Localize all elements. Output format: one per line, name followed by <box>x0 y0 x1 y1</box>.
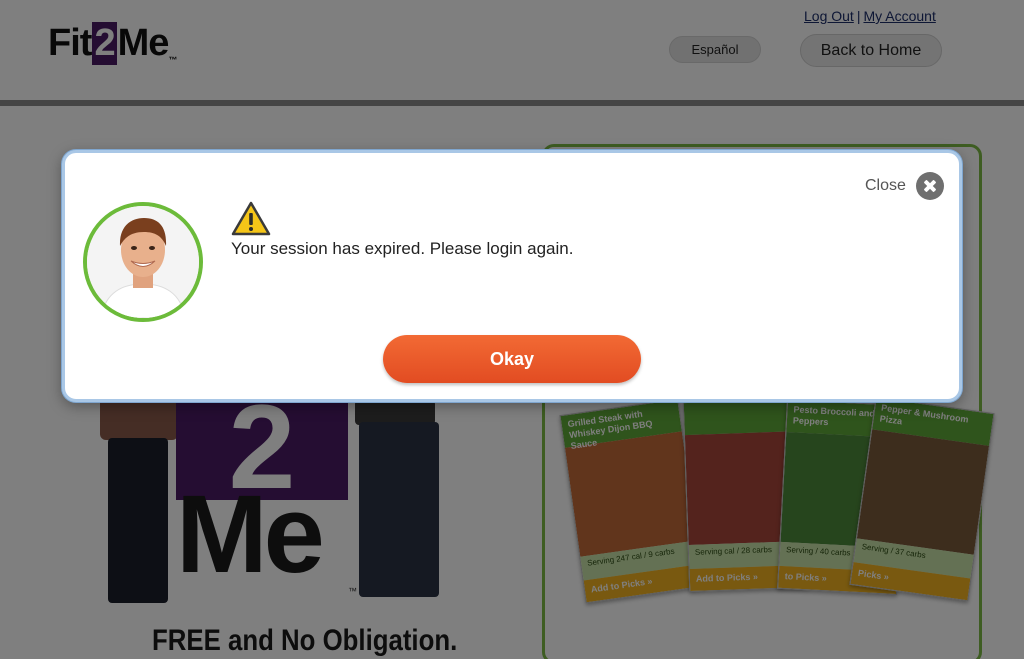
close-dialog-button[interactable]: Close <box>865 171 944 201</box>
okay-button[interactable]: Okay <box>383 335 641 383</box>
coach-avatar <box>83 202 203 322</box>
close-icon[interactable] <box>915 172 944 200</box>
close-label[interactable]: Close <box>865 177 906 195</box>
session-expired-dialog: Your session has expired. Please login a… <box>62 150 962 402</box>
session-expired-message: Your session has expired. Please login a… <box>231 239 574 258</box>
coach-portrait <box>87 206 199 318</box>
warning-icon <box>231 201 271 236</box>
